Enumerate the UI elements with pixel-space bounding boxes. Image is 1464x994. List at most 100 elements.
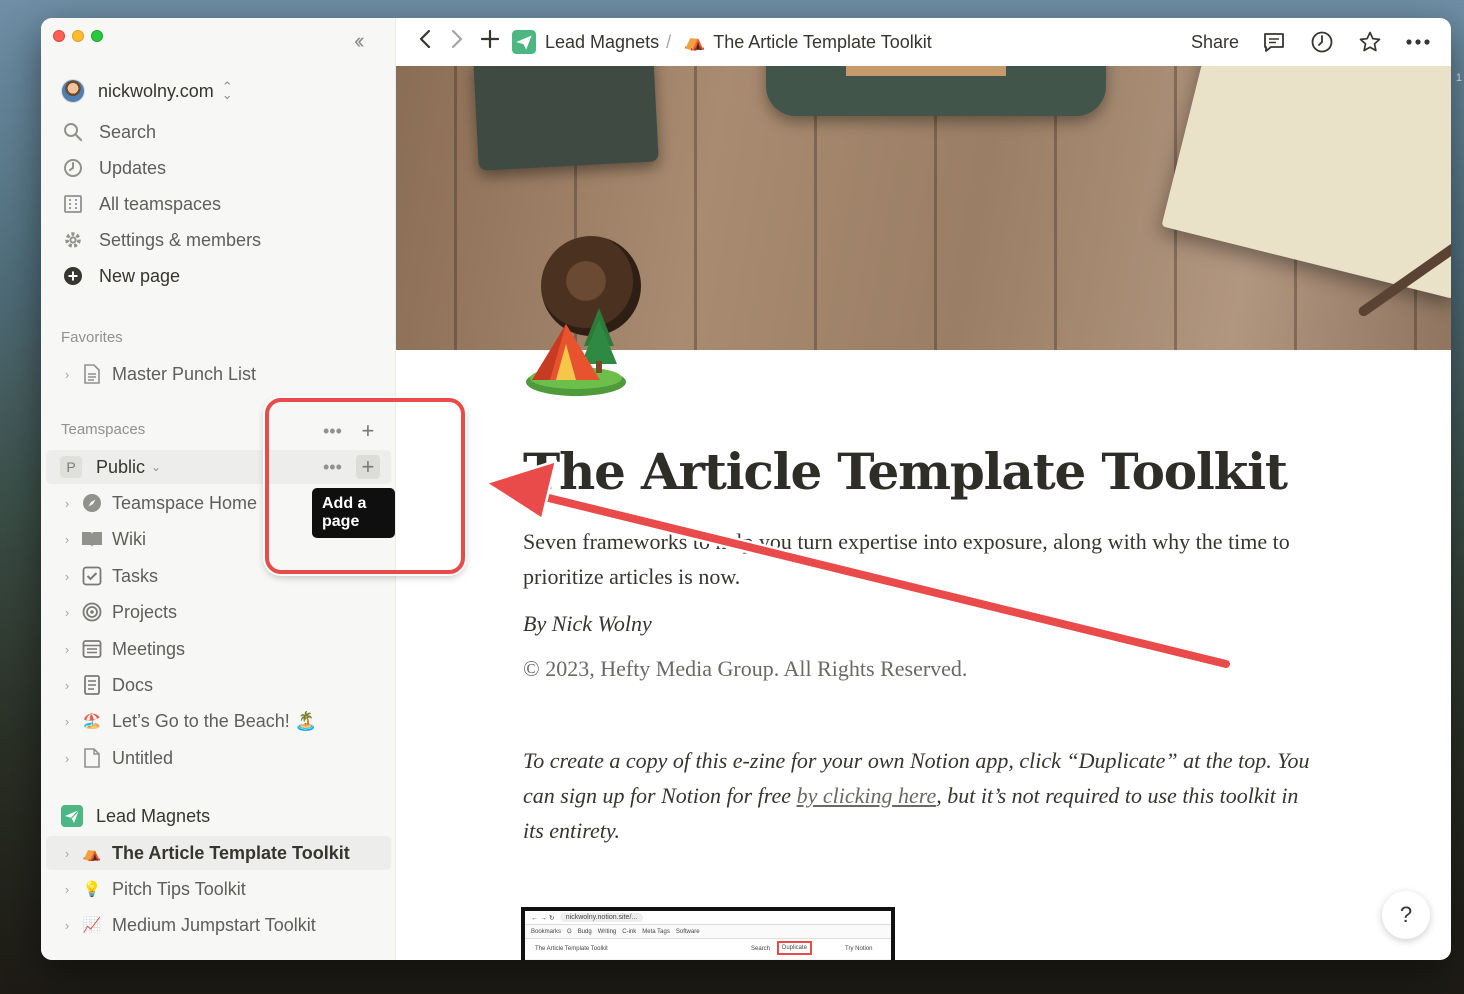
sidebar-item-lead-magnets[interactable]: Lead Magnets xyxy=(46,799,391,833)
paper-plane-icon xyxy=(61,805,83,827)
sidebar-item-search[interactable]: Search xyxy=(46,114,391,150)
chevron-right-icon[interactable]: › xyxy=(59,714,75,729)
close-window-button[interactable] xyxy=(53,30,65,42)
tent-icon: ⛺ xyxy=(684,32,706,51)
sidebar-item-article-template-toolkit[interactable]: › ⛺ The Article Template Toolkit xyxy=(46,836,391,870)
desktop-label: 1 xyxy=(1455,72,1462,84)
chevron-right-icon[interactable]: › xyxy=(59,605,75,620)
breadcrumb-current[interactable]: The Article Template Toolkit xyxy=(713,32,931,53)
page-subtitle[interactable]: Seven frameworks to help you turn expert… xyxy=(523,524,1323,594)
building-icon xyxy=(62,193,84,215)
chevron-right-icon[interactable]: › xyxy=(59,367,75,382)
calendar-icon xyxy=(81,638,103,660)
plus-circle-icon xyxy=(62,265,84,287)
workspace-name: nickwolny.com xyxy=(98,80,214,101)
chevron-right-icon[interactable]: › xyxy=(59,882,75,897)
window-controls xyxy=(53,30,103,42)
copyright[interactable]: © 2023, Hefty Media Group. All Rights Re… xyxy=(523,651,1323,686)
chevron-right-icon[interactable]: › xyxy=(59,569,75,584)
chevron-right-icon[interactable]: › xyxy=(59,678,75,693)
chevron-right-icon[interactable]: › xyxy=(59,532,75,547)
more-icon[interactable] xyxy=(1405,29,1431,55)
byline[interactable]: By Nick Wolny xyxy=(523,606,1323,641)
sidebar-item-medium-jumpstart-toolkit[interactable]: › 📈 Medium Jumpstart Toolkit xyxy=(46,908,391,942)
help-button[interactable]: ? xyxy=(1382,891,1430,939)
sidebar-item-label: Pitch Tips Toolkit xyxy=(112,878,246,899)
chevron-right-icon[interactable]: › xyxy=(59,642,75,657)
breadcrumb-parent[interactable]: Lead Magnets xyxy=(545,32,659,53)
thumb-nav-icons: ← → ↻ xyxy=(531,914,555,922)
chevron-right-icon[interactable]: › xyxy=(59,496,75,511)
sidebar-item-updates[interactable]: Updates xyxy=(46,150,391,186)
paper-plane-icon xyxy=(512,30,536,54)
avatar xyxy=(61,79,85,103)
sidebar-item-all-teamspaces[interactable]: All teamspaces xyxy=(46,186,391,222)
compass-icon xyxy=(81,492,103,514)
forward-icon[interactable] xyxy=(450,28,464,57)
sidebar-item-pitch-tips-toolkit[interactable]: › 💡 Pitch Tips Toolkit xyxy=(46,872,391,906)
zoom-window-button[interactable] xyxy=(91,30,103,42)
search-icon xyxy=(62,121,84,143)
topbar: Lead Magnets / ⛺ The Article Template To… xyxy=(396,18,1451,66)
signup-link[interactable]: by clicking here xyxy=(797,783,937,808)
sidebar-item-label: Wiki xyxy=(112,528,146,549)
sidebar-item-untitled[interactable]: › Untitled xyxy=(46,741,391,775)
sidebar-item-label: The Article Template Toolkit xyxy=(112,842,350,863)
thumb-url: nickwolny.notion.site/... xyxy=(559,913,644,922)
tent-icon[interactable] xyxy=(524,306,628,398)
clock-icon xyxy=(62,157,84,179)
sidebar-item-master-punch-list[interactable]: › Master Punch List xyxy=(46,357,391,391)
chevron-updown-icon: ⌃ ⌄ xyxy=(221,79,233,102)
workspace-switcher[interactable]: nickwolny.com ⌃ ⌄ xyxy=(61,78,233,104)
new-tab-icon[interactable] xyxy=(480,28,500,56)
sidebar-item-beach[interactable]: › 🏖️ Let’s Go to the Beach! 🏝️ xyxy=(46,704,391,738)
favorites-heading: Favorites xyxy=(61,329,123,346)
sidebar-item-label: Lead Magnets xyxy=(96,805,211,826)
minimize-window-button[interactable] xyxy=(72,30,84,42)
thumb-duplicate: Duplicate xyxy=(777,941,813,955)
screenshot-thumbnail[interactable]: ← → ↻ nickwolny.notion.site/... Bookmark… xyxy=(521,907,895,960)
sidebar-item-projects[interactable]: › Projects xyxy=(46,595,391,629)
tent-icon: ⛺ xyxy=(82,845,102,862)
chevron-right-icon[interactable]: › xyxy=(59,918,75,933)
sidebar-item-label: Medium Jumpstart Toolkit xyxy=(112,914,316,935)
sidebar-item-label: Settings & members xyxy=(99,229,262,250)
sidebar-item-label: Meetings xyxy=(112,638,186,659)
chevron-down-icon: ⌄ xyxy=(151,460,162,474)
chevron-right-icon[interactable]: › xyxy=(59,751,75,766)
checkbox-icon xyxy=(81,565,103,587)
sidebar-item-label: Let’s Go to the Beach! 🏝️ xyxy=(112,710,318,731)
sidebar-item-label: Public xyxy=(96,456,146,477)
cover-notebook xyxy=(1161,66,1451,299)
chart-increasing-icon: 📈 xyxy=(82,917,102,934)
sidebar-item-docs[interactable]: › Docs xyxy=(46,668,391,702)
app-window: ‹‹ nickwolny.com ⌃ ⌄ Search Updates All … xyxy=(41,18,1451,960)
thumb-bookmark: Writing xyxy=(597,928,617,935)
collapse-sidebar-icon[interactable]: ‹‹ xyxy=(354,28,364,54)
sidebar-item-settings[interactable]: Settings & members xyxy=(46,222,391,258)
back-icon[interactable] xyxy=(418,28,432,57)
lightbulb-icon: 💡 xyxy=(82,881,102,898)
comments-icon[interactable] xyxy=(1261,29,1287,55)
sidebar-item-meetings[interactable]: › Meetings xyxy=(46,632,391,666)
thumb-try: Try Notion xyxy=(845,946,873,952)
page-title[interactable]: The Article Template Toolkit xyxy=(523,442,1288,501)
history-icon[interactable] xyxy=(1309,29,1335,55)
sidebar-item-label: Projects xyxy=(112,601,178,622)
star-icon[interactable] xyxy=(1357,29,1383,55)
teamspaces-heading: Teamspaces xyxy=(61,421,146,438)
share-button[interactable]: Share xyxy=(1191,32,1239,53)
book-icon xyxy=(81,528,103,550)
thumb-page-title: The Article Template Toolkit xyxy=(535,946,608,952)
target-icon xyxy=(81,601,103,623)
sidebar-item-label: Teamspace Home xyxy=(112,492,258,513)
annotation-highlight-box xyxy=(265,398,465,574)
chevron-right-icon[interactable]: › xyxy=(59,846,75,861)
thumb-bookmark: G xyxy=(567,928,572,935)
cover-book xyxy=(473,66,659,171)
teamspace-badge: P xyxy=(60,456,82,478)
sidebar-item-new-page[interactable]: New page xyxy=(46,258,391,294)
instructions-paragraph[interactable]: To create a copy of this e-zine for your… xyxy=(523,743,1323,848)
topbar-actions: Share xyxy=(1191,18,1431,66)
sidebar-item-label: All teamspaces xyxy=(99,193,222,214)
